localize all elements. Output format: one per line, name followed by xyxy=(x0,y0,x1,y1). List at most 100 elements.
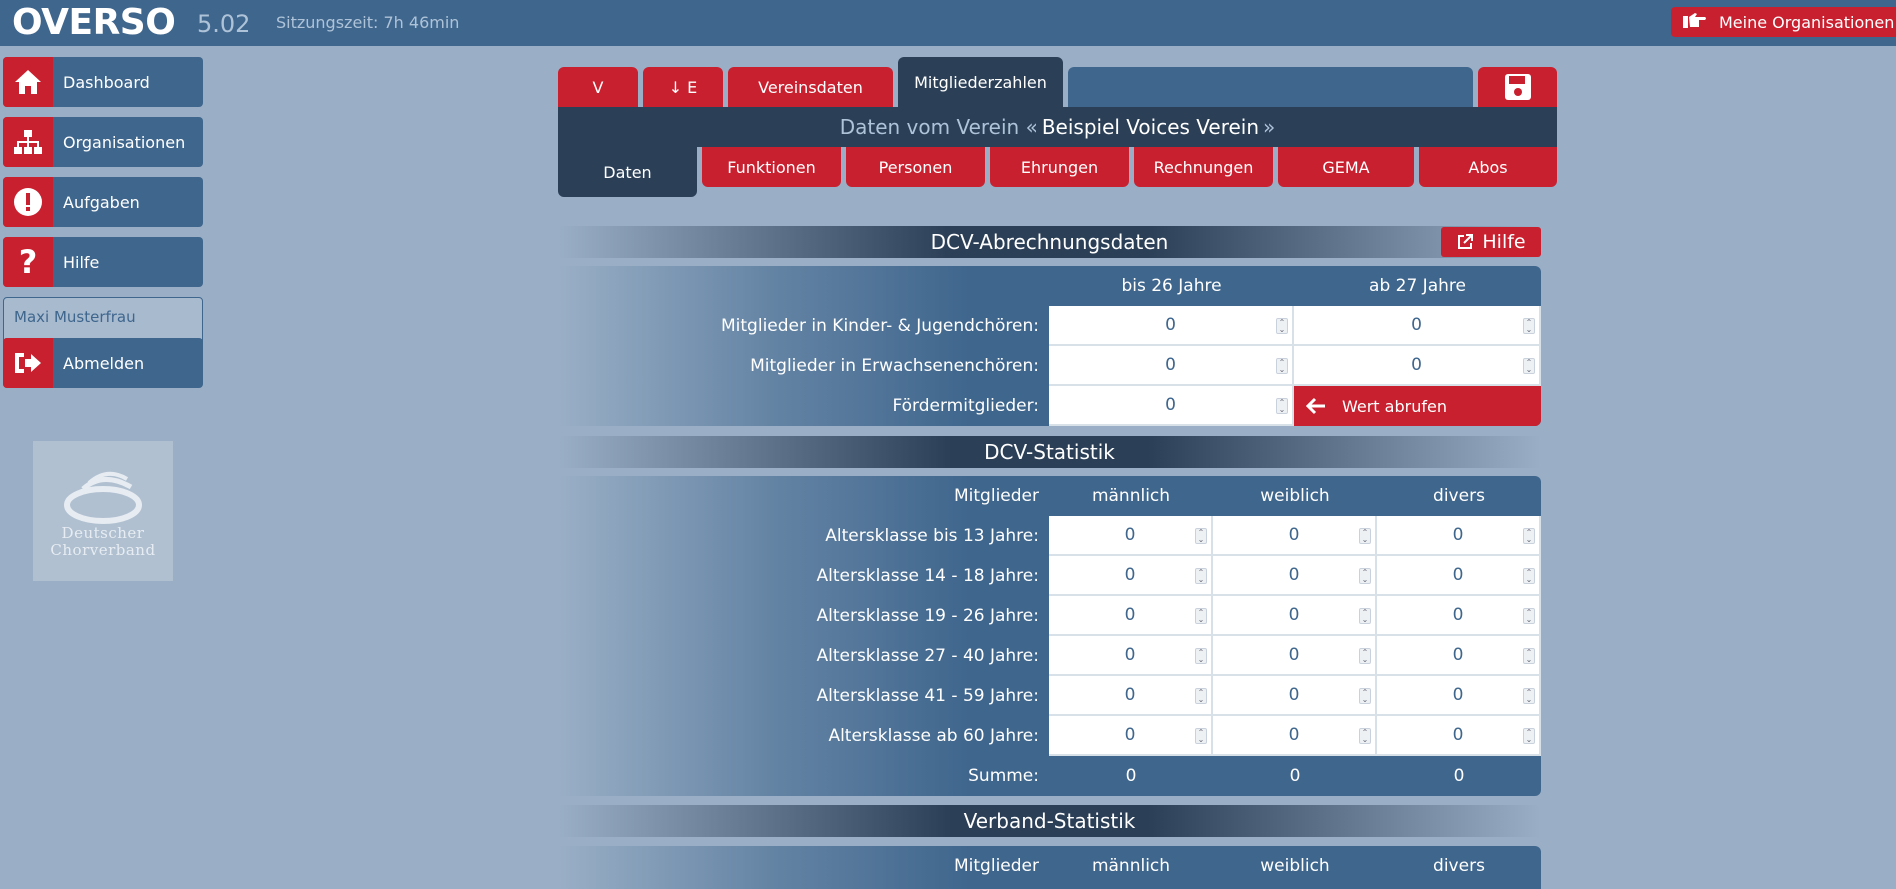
sidebar-item-label: Dashboard xyxy=(63,72,150,92)
sidebar-item-dashboard[interactable]: Dashboard xyxy=(3,57,203,107)
spinner-icon[interactable]: ⌃ ⌄ xyxy=(1523,688,1535,704)
spinner-icon[interactable]: ⌃ ⌄ xyxy=(1523,648,1535,664)
subtab-abos[interactable]: Abos xyxy=(1419,147,1557,187)
my-organizations-button[interactable]: Meine Organisationen xyxy=(1671,7,1896,37)
age-input-female[interactable]: 0 ⌃ ⌄ xyxy=(1213,556,1377,596)
subtab-personen[interactable]: Personen xyxy=(846,147,985,187)
spinner-icon[interactable]: ⌃ ⌄ xyxy=(1359,688,1371,704)
subtab-daten[interactable]: Daten xyxy=(558,147,697,197)
sidebar-item-hilfe[interactable]: ? Hilfe xyxy=(3,237,203,287)
spinner-icon[interactable]: ⌃ ⌄ xyxy=(1359,648,1371,664)
spinner-icon[interactable]: ⌃ ⌄ xyxy=(1523,568,1535,584)
user-name: Maxi Musterfrau xyxy=(14,308,136,326)
help-button[interactable]: Hilfe xyxy=(1441,227,1541,257)
age-input-diverse[interactable]: 0 ⌃ ⌄ xyxy=(1377,596,1541,636)
spinner-icon[interactable]: ⌃ ⌄ xyxy=(1359,608,1371,624)
tab-v[interactable]: V xyxy=(558,67,638,107)
age-input-female[interactable]: 0 ⌃ ⌄ xyxy=(1213,636,1377,676)
age-input-diverse[interactable]: 0 ⌃ ⌄ xyxy=(1377,636,1541,676)
dcv-brand-logo: Deutscher Chorverband xyxy=(33,441,173,581)
save-button[interactable] xyxy=(1478,67,1557,107)
input-value: 0 xyxy=(1124,685,1136,705)
spinner-icon[interactable]: ⌃ ⌄ xyxy=(1359,568,1371,584)
age-input-male[interactable]: 0 ⌃ ⌄ xyxy=(1049,636,1213,676)
subtab-ehrungen[interactable]: Ehrungen xyxy=(990,147,1129,187)
spinner-icon[interactable]: ⌃ ⌄ xyxy=(1359,528,1371,544)
spinner-icon[interactable]: ⌃ ⌄ xyxy=(1276,358,1288,374)
app-logo[interactable]: OVERSO xyxy=(12,1,176,45)
spinner-icon[interactable]: ⌃ ⌄ xyxy=(1523,728,1535,744)
hand-pointing-icon xyxy=(1683,11,1707,33)
age-input-male[interactable]: 0 ⌃ ⌄ xyxy=(1049,516,1213,556)
subtab-funktionen[interactable]: Funktionen xyxy=(702,147,841,187)
age-input-male[interactable]: 0 ⌃ ⌄ xyxy=(1049,596,1213,636)
input-value: 0 xyxy=(1452,725,1464,745)
club-title-band: Daten vom Verein « Beispiel Voices Verei… xyxy=(558,107,1557,147)
spinner-icon[interactable]: ⌃ ⌄ xyxy=(1195,528,1207,544)
spinner-icon[interactable]: ⌃ ⌄ xyxy=(1276,318,1288,334)
age-input-female[interactable]: 0 ⌃ ⌄ xyxy=(1213,716,1377,756)
club-title-suffix: » xyxy=(1263,115,1276,139)
input-value: 0 xyxy=(1124,565,1136,585)
spinner-icon[interactable]: ⌃ ⌄ xyxy=(1523,358,1535,374)
tab-mitgliederzahlen[interactable]: Mitgliederzahlen xyxy=(898,57,1063,107)
spinner-icon[interactable]: ⌃ ⌄ xyxy=(1523,318,1535,334)
age-input-diverse[interactable]: 0 ⌃ ⌄ xyxy=(1377,516,1541,556)
age-input-diverse[interactable]: 0 ⌃ ⌄ xyxy=(1377,676,1541,716)
subtab-gema[interactable]: GEMA xyxy=(1278,147,1414,187)
spinner-icon[interactable]: ⌃ ⌄ xyxy=(1195,568,1207,584)
spinner-icon[interactable]: ⌃ ⌄ xyxy=(1523,608,1535,624)
spinner-icon[interactable]: ⌃ ⌄ xyxy=(1195,648,1207,664)
spinner-icon[interactable]: ⌃ ⌄ xyxy=(1195,608,1207,624)
spinner-icon[interactable]: ⌃ ⌄ xyxy=(1195,688,1207,704)
row-label: Altersklasse ab 60 Jahre: xyxy=(828,726,1039,746)
input-value: 0 xyxy=(1411,315,1422,335)
question-icon: ? xyxy=(3,237,53,287)
input-value: 0 xyxy=(1124,525,1136,545)
tab-export[interactable]: ↓ E xyxy=(643,67,723,107)
age-input-female[interactable]: 0 ⌃ ⌄ xyxy=(1213,596,1377,636)
logout-button[interactable]: Abmelden xyxy=(3,338,203,388)
col-header-divers: divers xyxy=(1433,856,1485,876)
sum-label: Summe: xyxy=(968,766,1039,786)
tab-vereinsdaten[interactable]: Vereinsdaten xyxy=(728,67,893,107)
row-label: Altersklasse 27 - 40 Jahre: xyxy=(816,646,1039,666)
erwachsene-ab27-input[interactable]: 0 ⌃ ⌄ xyxy=(1294,346,1541,386)
input-value: 0 xyxy=(1288,525,1300,545)
erwachsene-bis26-input[interactable]: 0 ⌃ ⌄ xyxy=(1049,346,1294,386)
col-header-weiblich: weiblich xyxy=(1260,486,1330,506)
sidebar-item-aufgaben[interactable]: Aufgaben xyxy=(3,177,203,227)
subtab-rechnungen[interactable]: Rechnungen xyxy=(1134,147,1273,187)
abrechnung-panel: bis 26 Jahre ab 27 Jahre Mitglieder in K… xyxy=(558,266,1541,426)
age-input-diverse[interactable]: 0 ⌃ ⌄ xyxy=(1377,556,1541,596)
spinner-icon[interactable]: ⌃ ⌄ xyxy=(1195,728,1207,744)
input-value: 0 xyxy=(1165,355,1176,375)
input-value: 0 xyxy=(1288,565,1300,585)
input-value: 0 xyxy=(1452,565,1464,585)
age-input-female[interactable]: 0 ⌃ ⌄ xyxy=(1213,676,1377,716)
members-header: Mitglieder xyxy=(954,856,1039,876)
age-input-diverse[interactable]: 0 ⌃ ⌄ xyxy=(1377,716,1541,756)
col-header-maennlich: männlich xyxy=(1091,856,1171,876)
age-input-male[interactable]: 0 ⌃ ⌄ xyxy=(1049,716,1213,756)
kinder-jugend-ab27-input[interactable]: 0 ⌃ ⌄ xyxy=(1294,306,1541,346)
spinner-icon[interactable]: ⌃ ⌄ xyxy=(1276,398,1288,414)
input-value: 0 xyxy=(1124,605,1136,625)
fetch-value-button[interactable]: Wert abrufen xyxy=(1294,386,1541,426)
col-header-divers: divers xyxy=(1433,486,1485,506)
sign-out-icon xyxy=(3,338,53,388)
spinner-icon[interactable]: ⌃ ⌄ xyxy=(1359,728,1371,744)
spinner-icon[interactable]: ⌃ ⌄ xyxy=(1523,528,1535,544)
section-header-verband: Verband-Statistik xyxy=(558,805,1541,837)
kinder-jugend-bis26-input[interactable]: 0 ⌃ ⌄ xyxy=(1049,306,1294,346)
foerdermitglieder-input[interactable]: 0 ⌃ ⌄ xyxy=(1049,386,1294,426)
sidebar-item-organisationen[interactable]: Organisationen xyxy=(3,117,203,167)
section-header-statistik: DCV-Statistik xyxy=(558,436,1541,468)
members-header: Mitglieder xyxy=(954,486,1039,506)
age-input-male[interactable]: 0 ⌃ ⌄ xyxy=(1049,556,1213,596)
input-value: 0 xyxy=(1411,355,1422,375)
input-value: 0 xyxy=(1165,315,1176,335)
age-input-female[interactable]: 0 ⌃ ⌄ xyxy=(1213,516,1377,556)
verband-panel: Mitglieder männlich weiblich divers xyxy=(558,846,1541,889)
age-input-male[interactable]: 0 ⌃ ⌄ xyxy=(1049,676,1213,716)
